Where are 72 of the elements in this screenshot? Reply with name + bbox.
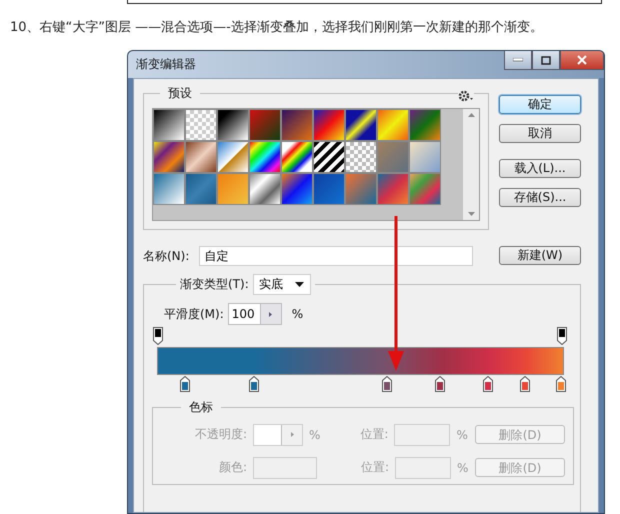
gradient-swatch[interactable] [313, 141, 345, 173]
color-stop[interactable] [520, 376, 530, 392]
gradient-swatch[interactable] [409, 109, 441, 141]
close-icon [577, 55, 587, 65]
percent-label: % [309, 428, 320, 442]
minimize-icon [513, 58, 523, 62]
dialog-button[interactable]: 载入(L)... [499, 159, 581, 178]
gradient-swatch[interactable] [281, 141, 313, 173]
gradient-swatch[interactable] [185, 173, 217, 205]
gradient-swatch[interactable] [409, 141, 441, 173]
dropdown-caret-icon [294, 282, 304, 287]
color-stop[interactable] [483, 376, 494, 392]
smoothness-label: 平滑度(M): [164, 306, 224, 322]
dialog-button[interactable]: 存储(S)... [499, 188, 581, 207]
percent-label: % [292, 307, 304, 321]
smoothness-field[interactable]: 100 [228, 303, 282, 325]
name-field[interactable]: 自定 [199, 246, 474, 266]
scrollbar[interactable] [463, 109, 479, 220]
scroll-down-icon[interactable] [468, 212, 474, 216]
gradient-swatch[interactable] [249, 109, 281, 141]
gradient-swatch[interactable] [153, 141, 185, 173]
stop-field-label: 颜色: [218, 459, 247, 476]
gradient-swatch[interactable] [409, 173, 441, 205]
gradient-type-label: 渐变类型(T): [180, 276, 249, 293]
presets-label: 预设 [167, 85, 193, 102]
gradient-swatch[interactable] [217, 141, 249, 173]
settings-icon[interactable] [458, 90, 474, 102]
maximize-icon [541, 56, 551, 64]
gradient-swatch[interactable] [249, 141, 281, 173]
gradient-swatch[interactable] [185, 109, 217, 141]
window-title: 渐变编辑器 [136, 56, 197, 73]
gradient-swatch[interactable] [153, 109, 185, 141]
dialog-button[interactable]: 确定 [499, 95, 581, 114]
maximize-button[interactable] [532, 51, 560, 70]
stop-field-label: 不透明度: [194, 426, 247, 443]
color-stop[interactable] [248, 376, 259, 392]
gradient-swatch[interactable] [185, 141, 217, 173]
gradient-swatch[interactable] [153, 173, 185, 205]
scroll-up-icon[interactable] [468, 113, 474, 117]
color-stops-label: 色标 [188, 399, 214, 416]
gradient-swatch[interactable] [217, 173, 249, 205]
color-stop[interactable] [382, 376, 392, 392]
dialog-button[interactable]: 取消 [499, 124, 581, 143]
gradient-swatch[interactable] [345, 173, 377, 205]
gradient-swatch[interactable] [217, 109, 249, 141]
percent-label: % [457, 460, 468, 474]
gradient-swatch[interactable] [377, 141, 409, 173]
color-stop[interactable] [556, 376, 566, 392]
color-stop[interactable] [434, 376, 445, 392]
close-button[interactable] [560, 51, 604, 70]
name-label: 名称(N): [143, 248, 190, 264]
opacity-stop[interactable] [153, 327, 163, 345]
gradient-swatch[interactable] [377, 173, 409, 205]
gradient-swatch[interactable] [313, 173, 345, 205]
gradient-swatch[interactable] [281, 109, 313, 141]
minimize-button[interactable] [504, 51, 532, 70]
gradient-type-dropdown[interactable]: 实底 [252, 274, 311, 295]
new-button[interactable]: 新建(W) [499, 246, 581, 265]
opacity-stop[interactable] [557, 327, 567, 345]
instruction-text: 10、右键“大字”图层 ——混合选项—-选择渐变叠加，选择我们刚刚第一次新建的那个渐变。 [10, 19, 544, 37]
gradient-swatch[interactable] [377, 109, 409, 141]
gradient-swatch[interactable] [249, 173, 281, 205]
slider-arrow-icon [269, 312, 272, 316]
gradient-swatch[interactable] [313, 109, 345, 141]
gradient-swatch[interactable] [345, 109, 377, 141]
percent-label: % [456, 428, 468, 442]
slider-arrow-icon [290, 432, 294, 437]
gradient-swatch[interactable] [281, 173, 313, 205]
gradient-swatch[interactable] [345, 141, 377, 173]
color-stop[interactable] [180, 376, 190, 392]
location-label: 位置: [361, 459, 390, 476]
location-label: 位置: [360, 426, 388, 443]
